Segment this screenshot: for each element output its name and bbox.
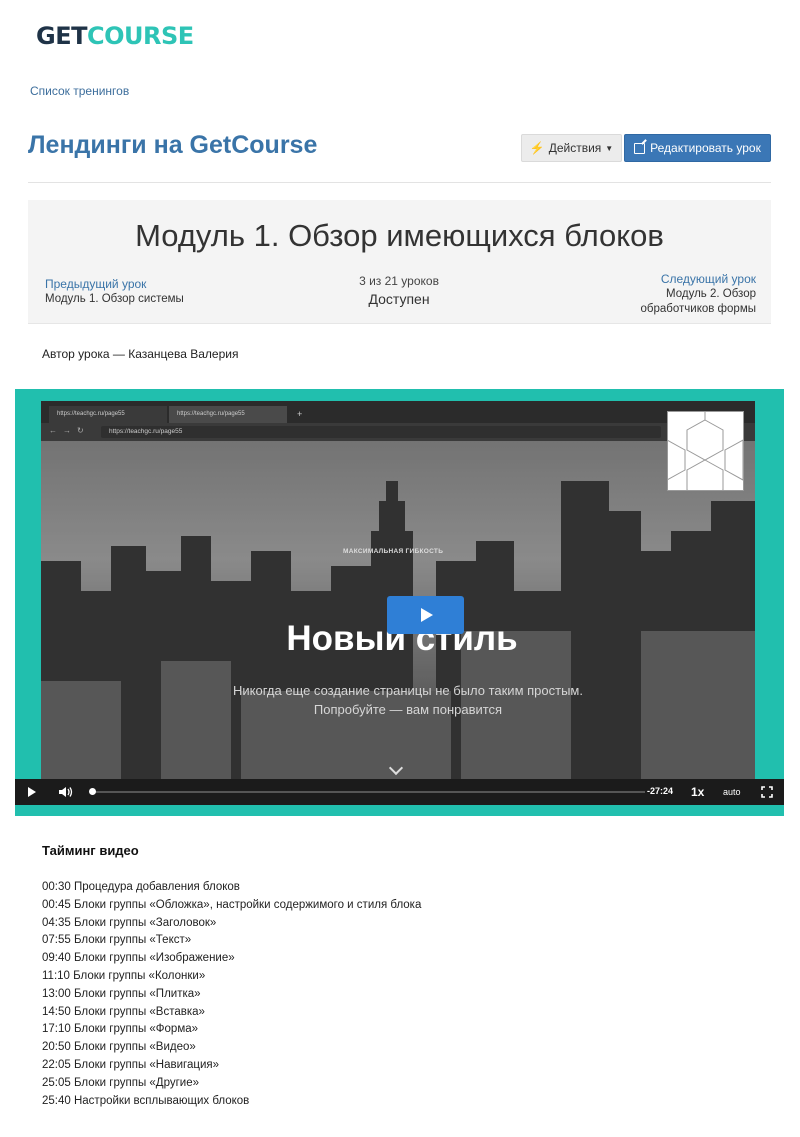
timing-item: 00:45 Блоки группы «Обложка», настройки … [42,898,422,911]
timing-item: 07:55 Блоки группы «Текст» [42,934,192,947]
quality-button[interactable]: auto [723,787,741,797]
lesson-progress-info: 3 из 21 уроков Доступен [299,274,499,307]
remaining-time: -27:24 [647,786,674,796]
video-controls-bar: -27:24 1x auto [15,779,784,805]
breadcrumb-trainings-list[interactable]: Список тренингов [30,84,129,98]
edit-lesson-button[interactable]: Редактировать урок [624,134,771,162]
play-control-icon[interactable] [28,787,36,797]
promo-eyebrow-text: МАКСИМАЛЬНАЯ ГИБКОСТЬ [343,548,444,555]
logo-part-get: GET [36,22,87,50]
timing-item: 17:10 Блоки группы «Форма» [42,1023,199,1036]
hexagon-pattern-thumbnail [666,411,744,501]
timing-item: 25:40 Настройки всплывающих блоков [42,1094,250,1107]
timing-item: 00:30 Процедура добавления блоков [42,881,240,893]
next-lesson: Следующий урок Модуль 2. Обзор обработчи… [596,272,756,317]
course-title: Лендинги на GetCourse [28,131,318,159]
video-timing-title: Тайминг видео [42,843,139,858]
promo-subline-1: Никогда еще создание страницы не было та… [233,683,583,698]
edit-icon [634,142,646,154]
header-divider [28,182,771,183]
getcourse-logo[interactable]: GETCOURSE [36,22,194,50]
browser-tab: https://teachgc.ru/page55 [49,406,167,423]
video-frame[interactable]: https://teachgc.ru/page55 https://teachg… [41,401,755,779]
actions-button-label: Действия [548,141,602,155]
video-player[interactable]: https://teachgc.ru/page55 https://teachg… [15,389,784,816]
previous-lesson: Предыдущий урок Модуль 1. Обзор системы [45,277,184,307]
promo-subline: Никогда еще создание страницы не было та… [41,681,755,719]
video-timing-list: 00:30 Процедура добавления блоков 00:45 … [42,879,421,1110]
playback-speed-button[interactable]: 1x [691,785,704,799]
lesson-title: Модуль 1. Обзор имеющихся блоков [135,218,664,253]
timing-item: 11:10 Блоки группы «Колонки» [42,969,206,982]
browser-tab-active: https://teachgc.ru/page55 [169,406,287,423]
next-lesson-name: Модуль 2. Обзор обработчиков формы [640,288,756,315]
next-lesson-link[interactable]: Следующий урок [596,272,756,287]
lightning-icon: ⚡ [529,141,545,155]
browser-nav-icons: ←→↻ [49,426,90,435]
timing-item: 20:50 Блоки группы «Видео» [42,1041,196,1054]
volume-icon[interactable] [59,786,73,798]
timing-item: 04:35 Блоки группы «Заголовок» [42,916,217,929]
timing-item: 22:05 Блоки группы «Навигация» [42,1058,220,1071]
video-progress-track[interactable] [93,791,645,793]
timing-item: 14:50 Блоки группы «Вставка» [42,1005,205,1018]
play-icon [421,608,433,622]
big-play-button[interactable] [387,596,464,634]
timing-item: 09:40 Блоки группы «Изображение» [42,952,235,965]
caret-down-icon: ▼ [605,143,614,153]
new-tab-icon: + [297,409,303,419]
lesson-count: 3 из 21 уроков [359,274,439,288]
fullscreen-icon[interactable] [761,786,773,798]
actions-button[interactable]: ⚡ Действия ▼ [521,134,622,162]
logo-part-course: COURSE [86,22,194,50]
browser-tabbar: https://teachgc.ru/page55 https://teachg… [41,401,755,423]
previous-lesson-name: Модуль 1. Обзор системы [45,293,184,305]
lesson-author: Автор урока — Казанцева Валерия [42,347,239,361]
promo-subline-2: Попробуйте — вам понравится [313,702,503,717]
previous-lesson-link[interactable]: Предыдущий урок [45,277,184,292]
lesson-header-panel: Модуль 1. Обзор имеющихся блоков Предыду… [28,200,771,324]
browser-url: https://teachgc.ru/page55 [101,426,661,438]
browser-addressbar: ←→↻ https://teachgc.ru/page55 [41,423,755,441]
edit-lesson-button-label: Редактировать урок [650,141,761,155]
lesson-status: Доступен [368,291,430,307]
timing-item: 25:05 Блоки группы «Другие» [42,1076,200,1089]
timing-item: 13:00 Блоки группы «Плитка» [42,987,201,1000]
video-progress-thumb[interactable] [89,788,96,795]
